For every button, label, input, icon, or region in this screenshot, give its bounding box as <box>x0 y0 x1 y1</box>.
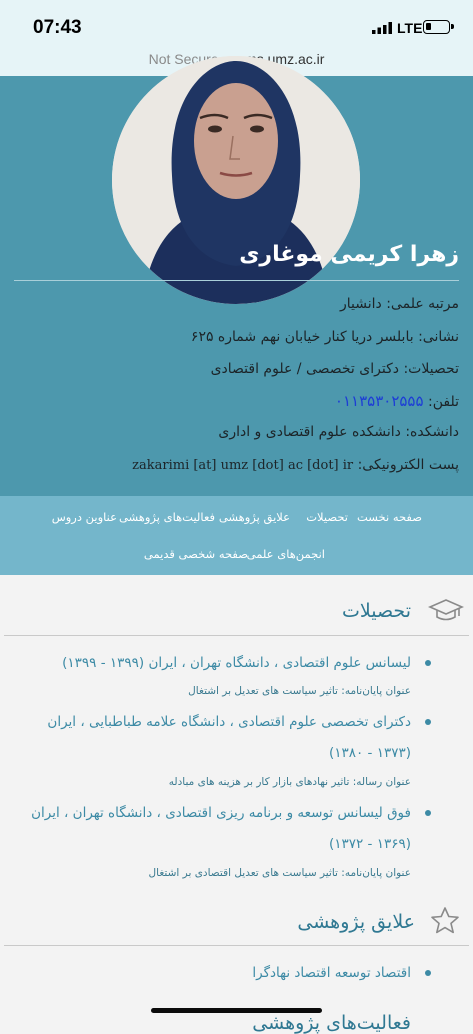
star-icon <box>431 907 459 934</box>
nav-home[interactable]: صفحه نخست <box>357 510 422 524</box>
research-section-title: علایق پژوهشی <box>297 911 415 933</box>
profile-card: زهرا کریمی موغاری مرتبه علمی: دانشیار نش… <box>0 56 473 496</box>
education-entry-3-thesis: عنوان پایان‌نامه: تاثیر سیاست های تعدیل … <box>148 867 411 879</box>
research-section-divider <box>4 945 469 946</box>
email-row: پست الکترونیکی: zakarimi [at] umz [dot] … <box>132 457 459 473</box>
education-entry-2-thesis: عنوان رساله: تاثیر نهادهای بازار کار بر … <box>168 776 411 788</box>
phone-row: تلفن: ۰۱۱۳۵۳۰۲۵۵۵ <box>334 392 459 410</box>
education-entry-2: دکترای تخصصی علوم اقتصادی ، دانشگاه علام… <box>47 714 411 730</box>
education-entry-1-thesis: عنوان پایان‌نامه: تاثیر سیاست های تعدیل … <box>188 685 411 697</box>
education-row: تحصیلات: دکترای تخصصی / علوم اقتصادی <box>210 361 459 377</box>
profile-nav: صفحه نخست تحصیلات علایق پژوهشی فعالیت‌ها… <box>0 496 473 575</box>
education-entry-3: فوق لیسانس توسعه و برنامه ریزی اقتصادی ،… <box>31 805 411 821</box>
faculty-row: دانشکده: دانشکده علوم اقتصادی و اداری <box>218 424 459 440</box>
nav-societies[interactable]: انجمن‌های علمی <box>247 547 325 561</box>
graduation-cap-icon <box>428 599 464 621</box>
nav-courses[interactable]: عناوین دروس <box>52 510 117 524</box>
bullet <box>425 719 431 725</box>
nav-old-page[interactable]: صفحه شخصی قدیمی <box>144 547 248 561</box>
nav-education[interactable]: تحصیلات <box>306 510 348 524</box>
signal-icon <box>372 22 392 34</box>
phone-link[interactable]: ۰۱۱۳۵۳۰۲۵۵۵ <box>335 392 424 410</box>
status-time: 07:43 <box>33 17 82 38</box>
education-entry-3-dates: (۱۳۶۹ - ۱۳۷۲) <box>328 836 411 852</box>
education-section-title: تحصیلات <box>342 600 411 622</box>
nav-research-interests[interactable]: علایق پژوهشی <box>219 510 290 524</box>
divider <box>14 280 459 281</box>
home-indicator[interactable] <box>151 1008 322 1013</box>
nav-research-activities[interactable]: فعالیت‌های پژوهشی <box>119 510 215 524</box>
bullet <box>425 970 431 976</box>
bullet <box>425 660 431 666</box>
activities-section-title: فعالیت‌های پژوهشی <box>252 1012 411 1034</box>
education-section-divider <box>4 635 469 636</box>
education-entry-2-dates: (۱۳۷۳ - ۱۳۸۰) <box>328 745 411 761</box>
status-bar: 07:43 LTE <box>0 0 473 44</box>
research-interest-item: اقتصاد توسعه اقتصاد نهادگرا <box>252 965 411 981</box>
bullet <box>425 810 431 816</box>
profile-name: زهرا کریمی موغاری <box>239 242 459 267</box>
network-label: LTE <box>397 20 423 36</box>
rank-row: مرتبه علمی: دانشیار <box>340 296 459 312</box>
education-entry-1: لیسانس علوم اقتصادی ، دانشگاه تهران ، ای… <box>62 655 411 671</box>
battery-icon <box>423 20 454 34</box>
address-row: نشانی: بابلسر دریا کنار خیابان نهم شماره… <box>190 329 459 345</box>
